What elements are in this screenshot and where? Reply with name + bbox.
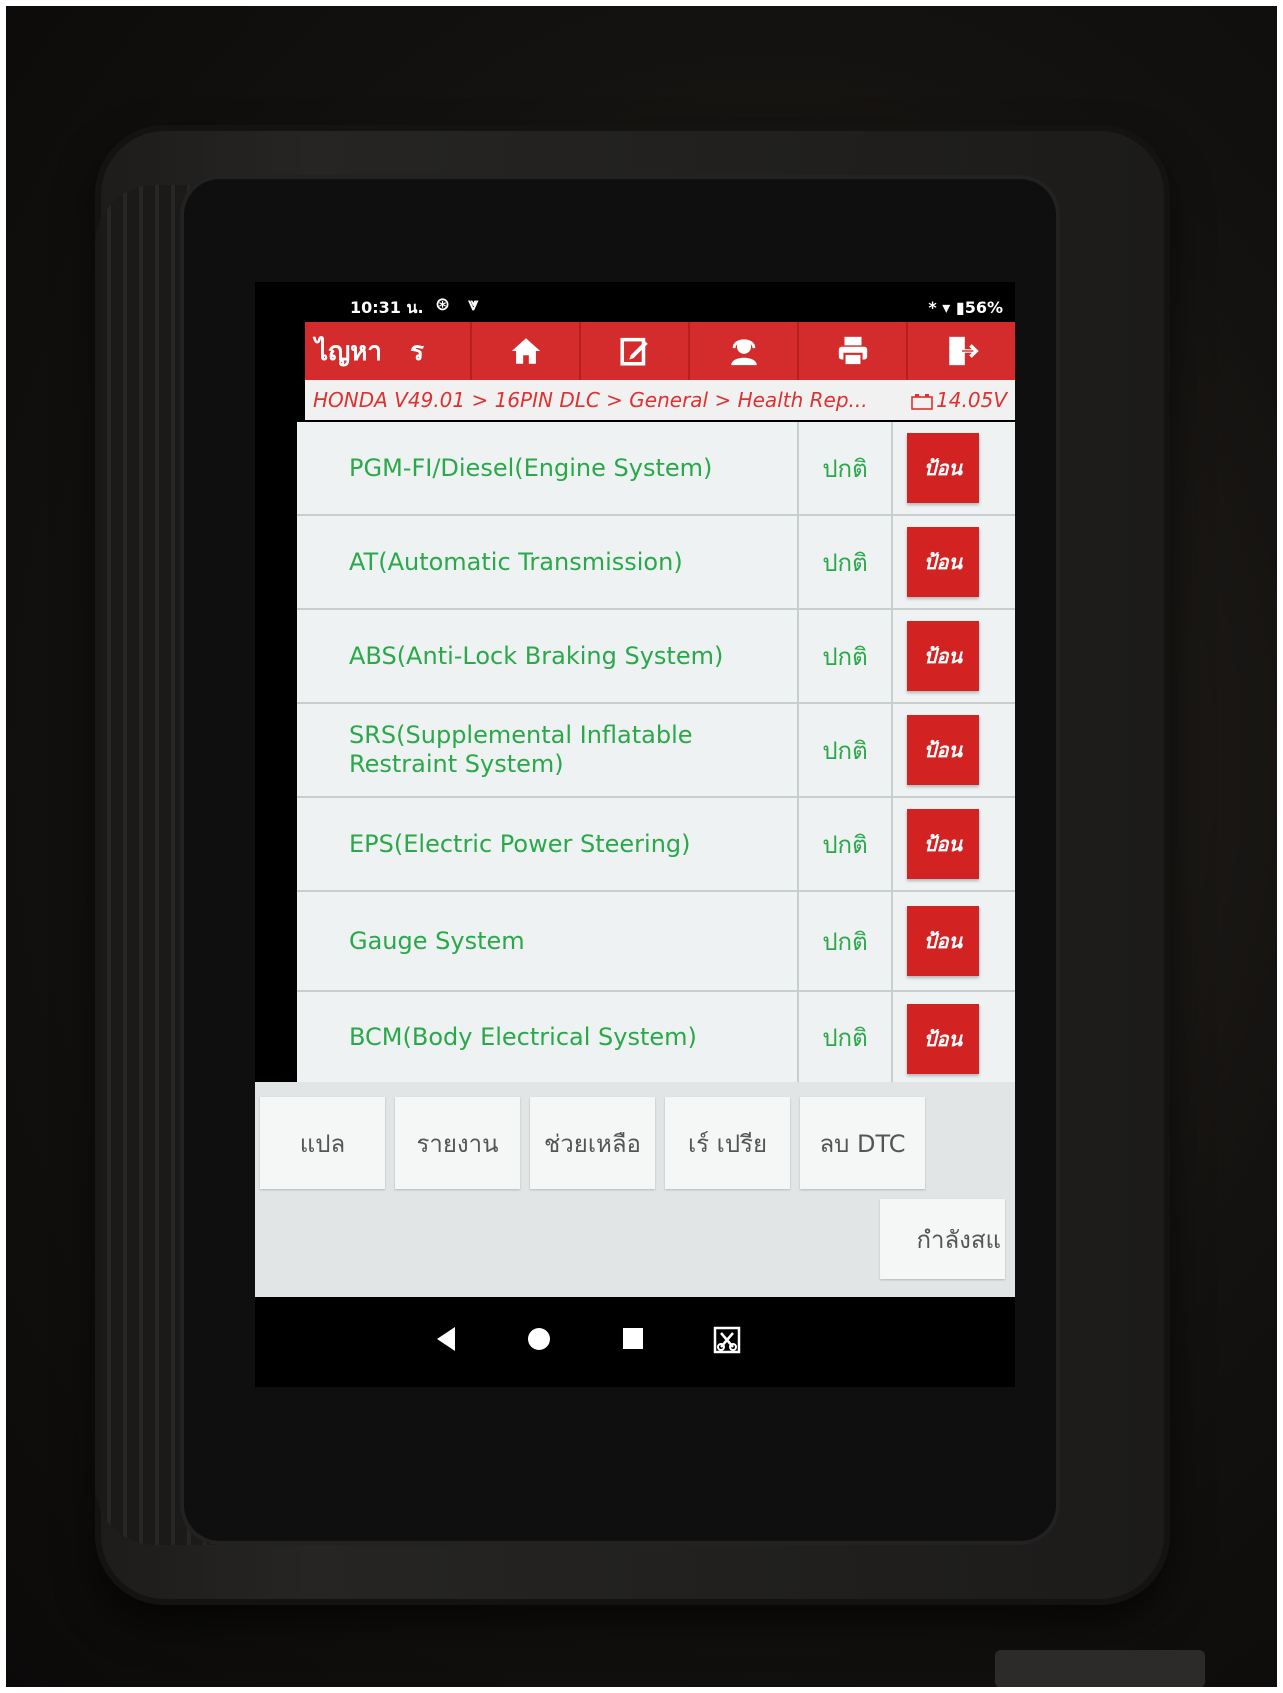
screenshot-icon[interactable] xyxy=(712,1325,742,1355)
report-button[interactable]: รายงาน xyxy=(395,1097,520,1189)
home-circle-icon[interactable] xyxy=(525,1325,553,1353)
battery-icon xyxy=(911,394,933,410)
system-row: EPS(Electric Power Steering) ปกติ ป้อน xyxy=(297,798,1015,892)
breadcrumb: HONDA V49.01 > 16PIN DLC > General > Hea… xyxy=(313,388,868,412)
system-row: AT(Automatic Transmission) ปกติ ป้อน xyxy=(297,516,1015,610)
android-nav-bar xyxy=(255,1297,1015,1387)
exit-button[interactable] xyxy=(908,322,1015,380)
recents-icon[interactable] xyxy=(620,1325,646,1353)
home-icon xyxy=(511,338,540,364)
enter-button[interactable]: ป้อน xyxy=(907,621,979,691)
enter-button[interactable]: ป้อน xyxy=(907,809,979,879)
system-row: SRS(Supplemental Inflatable Restraint Sy… xyxy=(297,704,1015,798)
back-icon[interactable] xyxy=(433,1325,459,1353)
enter-button[interactable]: ป้อน xyxy=(907,527,979,597)
enter-button[interactable]: ป้อน xyxy=(907,715,979,785)
print-icon xyxy=(838,336,867,367)
edit-icon xyxy=(620,337,648,366)
action-bar: แปล รายงาน ช่วยเหลือ เร์ เปรีย ลบ DTC กำ… xyxy=(255,1082,1015,1297)
support-button[interactable] xyxy=(690,322,800,380)
system-status: ปกติ xyxy=(797,892,893,990)
translate-button[interactable]: แปล xyxy=(260,1097,385,1189)
system-name: PGM-FI/Diesel(Engine System) xyxy=(349,453,713,482)
system-status: ปกติ xyxy=(797,422,893,514)
scanning-button[interactable]: กำลังสแ xyxy=(880,1199,1005,1279)
voltage-value: 14.05V xyxy=(936,388,1007,412)
support-icon xyxy=(730,339,757,366)
status-battery: * ▾ ▮56% xyxy=(928,298,1003,317)
status-time: 10:31 น. xyxy=(350,298,424,317)
tablet-screen: 10:31 น. ⊛ ⩔ * ▾ ▮56% ไญหา ร HONDA V49.0… xyxy=(255,282,1015,1387)
breadcrumb-bar: HONDA V49.01 > 16PIN DLC > General > Hea… xyxy=(305,380,1015,420)
system-name: AT(Automatic Transmission) xyxy=(349,547,683,576)
enter-button[interactable]: ป้อน xyxy=(907,433,979,503)
app-title-text: ไญหา xyxy=(315,336,382,367)
system-status: ปกติ xyxy=(797,704,893,796)
system-row: Gauge System ปกติ ป้อน xyxy=(297,892,1015,992)
help-button[interactable]: ช่วยเหลือ xyxy=(530,1097,655,1189)
compare-button[interactable]: เร์ เปรีย xyxy=(665,1097,790,1189)
clear-dtc-button[interactable]: ลบ DTC xyxy=(800,1097,925,1189)
app-title[interactable]: ไญหา ร xyxy=(305,322,473,380)
system-status: ปกติ xyxy=(797,798,893,890)
case-slot xyxy=(995,1650,1205,1688)
enter-button[interactable]: ป้อน xyxy=(907,906,979,976)
edit-button[interactable] xyxy=(581,322,691,380)
system-name: Gauge System xyxy=(349,926,525,955)
app-title-suffix: ร xyxy=(409,336,424,367)
system-name: SRS(Supplemental Inflatable Restraint Sy… xyxy=(349,721,693,778)
system-status: ปกติ xyxy=(797,992,893,1082)
enter-button[interactable]: ป้อน xyxy=(907,1004,979,1074)
system-list: PGM-FI/Diesel(Engine System) ปกติ ป้อน A… xyxy=(297,422,1015,1082)
home-button[interactable] xyxy=(472,322,582,380)
status-bar: 10:31 น. ⊛ ⩔ * ▾ ▮56% xyxy=(255,282,1015,322)
system-status: ปกติ xyxy=(797,516,893,608)
system-row: PGM-FI/Diesel(Engine System) ปกติ ป้อน xyxy=(297,422,1015,516)
system-row: BCM(Body Electrical System) ปกติ ป้อน xyxy=(297,992,1015,1082)
status-notification-icons: ⊛ ⩔ xyxy=(435,294,485,315)
system-status: ปกติ xyxy=(797,610,893,702)
exit-icon xyxy=(948,336,979,366)
system-name: EPS(Electric Power Steering) xyxy=(349,829,691,858)
system-name: BCM(Body Electrical System) xyxy=(349,1022,697,1051)
app-toolbar: ไญหา ร xyxy=(305,322,1015,380)
system-row: ABS(Anti-Lock Braking System) ปกติ ป้อน xyxy=(297,610,1015,704)
system-name: ABS(Anti-Lock Braking System) xyxy=(349,641,724,670)
print-button[interactable] xyxy=(799,322,909,380)
battery-voltage: 14.05V xyxy=(911,388,1007,412)
